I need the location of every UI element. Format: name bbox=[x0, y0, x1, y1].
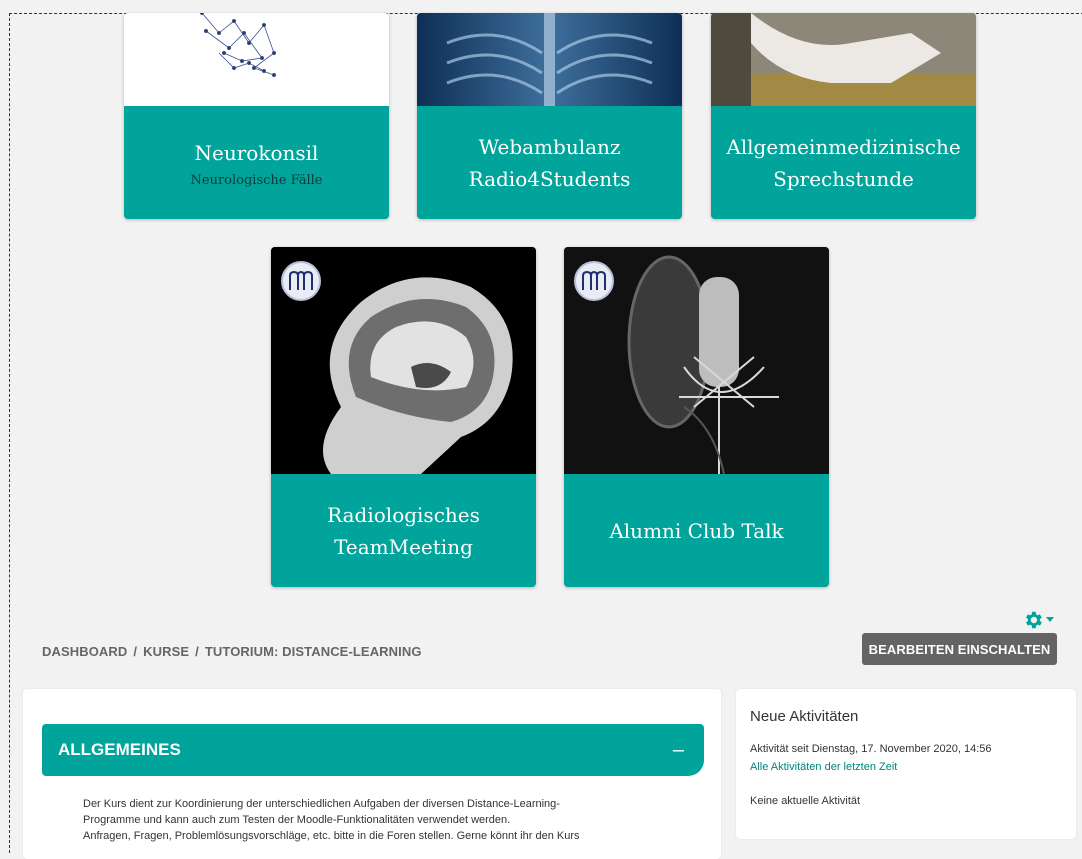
course-tile-allgemeinmedizin[interactable]: Allgemeinmedizinische Sprechstunde bbox=[711, 13, 976, 219]
course-tile-radiologisches-teammeeting[interactable]: Radiologisches TeamMeeting bbox=[271, 247, 536, 587]
university-logo-icon bbox=[281, 261, 321, 301]
summary-line: Der Kurs dient zur Koordinierung der unt… bbox=[83, 798, 560, 810]
activity-since: Aktivität seit Dienstag, 17. November 20… bbox=[750, 743, 992, 755]
breadcrumb-kurse[interactable]: KURSE bbox=[143, 644, 189, 659]
breadcrumb-separator: / bbox=[195, 644, 199, 659]
tile-title-line1: Radiologisches bbox=[327, 502, 480, 527]
section-header-allgemeines[interactable]: ALLGEMEINES – bbox=[42, 724, 704, 776]
tile-title-line2: Sprechstunde bbox=[773, 166, 914, 191]
tile-title-line2: Radio4Students bbox=[468, 166, 631, 191]
tile-title-line1: Allgemeinmedizinische bbox=[726, 134, 961, 159]
university-logo-icon bbox=[574, 261, 614, 301]
tile-caption: Webambulanz Radio4Students bbox=[417, 106, 682, 219]
section-title: ALLGEMEINES bbox=[58, 740, 181, 759]
block-title: Neue Aktivitäten bbox=[750, 708, 859, 725]
breadcrumb-separator: / bbox=[133, 644, 138, 659]
tile-caption: Allgemeinmedizinische Sprechstunde bbox=[711, 106, 976, 219]
course-content-card: ALLGEMEINES – Der Kurs dient zur Koordin… bbox=[23, 689, 721, 859]
summary-line: Programme und kann auch zum Testen der M… bbox=[83, 814, 511, 826]
xray-chest-image bbox=[417, 13, 682, 106]
summary-line: Anfragen, Fragen, Problemlösungsvorschlä… bbox=[83, 830, 580, 842]
tile-title: Neurokonsil bbox=[194, 141, 319, 165]
tile-title: Alumni Club Talk bbox=[609, 518, 784, 543]
tile-subtitle: Neurologische Fälle bbox=[190, 173, 323, 188]
breadcrumb-dashboard[interactable]: DASHBOARD bbox=[42, 644, 127, 659]
edit-mode-button[interactable]: BEARBEITEN EINSCHALTEN bbox=[862, 633, 1057, 665]
tile-caption: Alumni Club Talk bbox=[564, 474, 829, 587]
tile-caption: Radiologisches TeamMeeting bbox=[271, 474, 536, 587]
breadcrumb-current-course[interactable]: TUTORIUM: DISTANCE-LEARNING bbox=[205, 644, 422, 659]
tile-caption: Neurokonsil Neurologische Fälle bbox=[124, 106, 389, 219]
collapse-icon[interactable]: – bbox=[673, 739, 684, 762]
section-summary: Der Kurs dient zur Koordinierung der unt… bbox=[83, 796, 683, 844]
no-activity-text: Keine aktuelle Aktivität bbox=[750, 795, 861, 807]
caret-down-icon[interactable] bbox=[1046, 617, 1054, 623]
recent-activity-block: Neue Aktivitäten Aktivität seit Dienstag… bbox=[736, 689, 1076, 839]
gear-icon[interactable] bbox=[1022, 609, 1044, 631]
course-tile-webambulanz[interactable]: Webambulanz Radio4Students bbox=[417, 13, 682, 219]
course-tile-neurokonsil[interactable]: Neurokonsil Neurologische Fälle bbox=[124, 13, 389, 219]
breadcrumb: DASHBOARD / KURSE / TUTORIUM: DISTANCE-LEARN… bbox=[42, 644, 422, 659]
course-tile-alumni-club-talk[interactable]: Alumni Club Talk bbox=[564, 247, 829, 587]
brain-network-image bbox=[124, 13, 389, 106]
tile-title-line2: TeamMeeting bbox=[334, 534, 473, 559]
patient-photo-image bbox=[711, 13, 976, 106]
all-activities-link[interactable]: Alle Aktivitäten der letzten Zeit bbox=[750, 761, 897, 773]
tile-title-line1: Webambulanz bbox=[478, 134, 621, 159]
course-settings-menu[interactable] bbox=[1022, 609, 1058, 631]
